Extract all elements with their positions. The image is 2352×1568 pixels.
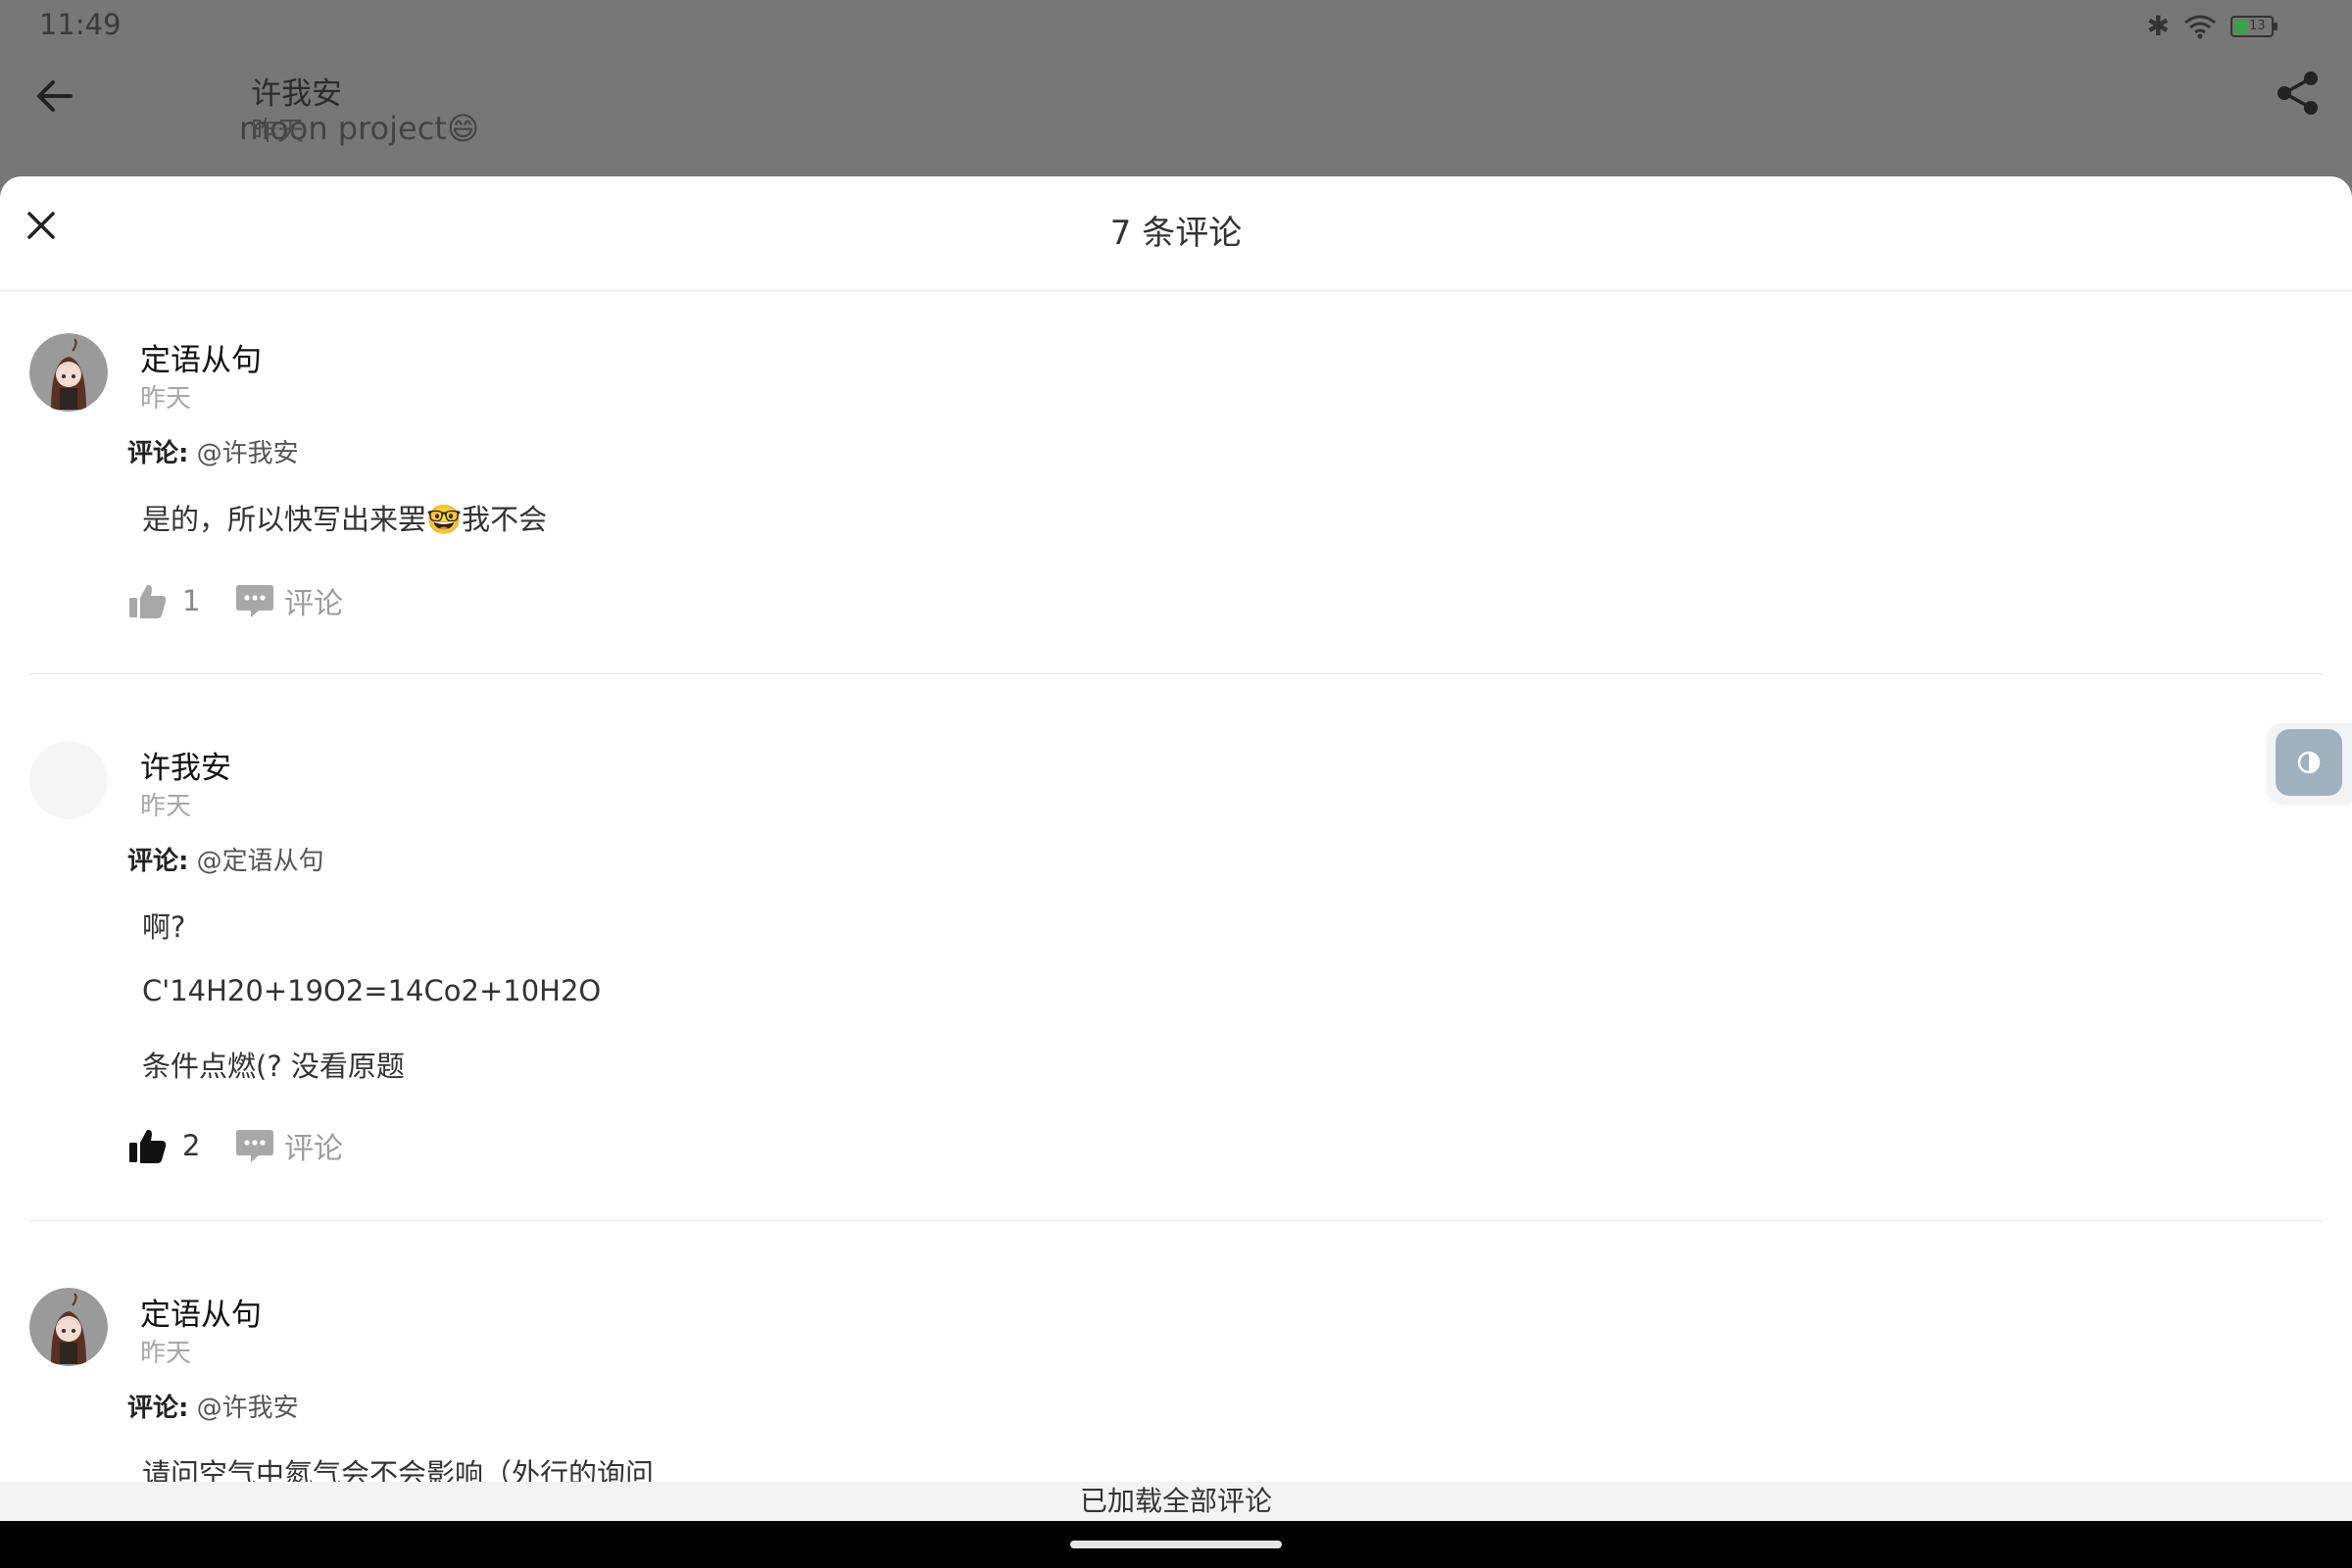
comment-author[interactable]: 许我安	[140, 743, 231, 787]
post-date: 昨天	[251, 117, 304, 147]
comments-sheet: 7 条评论 定语从句 昨天 评论: @许我安 是的，所以快写出来罢🤓我不会 1 …	[0, 176, 2352, 1521]
home-gesture-handle[interactable]	[1070, 1541, 1282, 1548]
comment-date: 昨天	[140, 792, 192, 821]
comment-item: 定语从句 昨天 评论: @许我安 请问空气中氮气会不会影响（外行的询问	[29, 1288, 2323, 1491]
navigation-bar	[0, 1521, 2352, 1568]
divider	[29, 673, 2323, 674]
reply-to-line: 评论: @定语从句	[127, 841, 324, 877]
reply-prefix: 评论:	[127, 847, 189, 876]
bluetooth-icon: ✱	[2146, 10, 2170, 42]
sheet-header: 7 条评论	[0, 176, 2352, 291]
comment-item: 定语从句 昨天 评论: @许我安 是的，所以快写出来罢🤓我不会 1 评论	[29, 333, 2323, 621]
all-loaded-footer: 已加载全部评论	[0, 1482, 2352, 1521]
status-icons: ✱ 13	[2146, 10, 2278, 42]
comment-actions: 1 评论	[127, 576, 343, 625]
theme-toggle-face	[2276, 729, 2342, 796]
comment-author[interactable]: 定语从句	[140, 1290, 262, 1334]
avatar[interactable]	[29, 1288, 108, 1366]
reply-target[interactable]: @定语从句	[197, 847, 324, 876]
divider	[29, 1220, 2323, 1221]
comment-date: 昨天	[140, 384, 192, 414]
battery-fill	[2234, 19, 2248, 33]
reply-target[interactable]: @许我安	[197, 439, 299, 468]
chat-bubble-icon[interactable]	[235, 582, 274, 619]
reply-button-label[interactable]: 评论	[284, 579, 343, 622]
reply-to-line: 评论: @许我安	[127, 1388, 299, 1424]
avatar-image	[29, 1288, 108, 1366]
comment-body: 条件点燃(? 没看原题	[142, 1050, 405, 1083]
like-count: 2	[182, 1129, 201, 1162]
reply-prefix: 评论:	[127, 1394, 189, 1423]
comment-author[interactable]: 定语从句	[140, 335, 262, 379]
thumbs-up-icon[interactable]	[127, 580, 169, 621]
comment-body: 啊?	[142, 910, 186, 944]
sheet-title: 7 条评论	[1109, 214, 1243, 253]
comment-date: 昨天	[140, 1339, 192, 1368]
reply-to-line: 评论: @许我安	[127, 433, 299, 469]
avatar[interactable]	[29, 333, 108, 412]
post-author[interactable]: 许我安	[251, 69, 342, 113]
theme-toggle-button[interactable]	[2268, 723, 2352, 802]
wifi-icon	[2184, 15, 2216, 38]
comment-actions: 2 评论	[127, 1121, 343, 1170]
chat-bubble-icon[interactable]	[235, 1127, 274, 1164]
back-arrow-icon[interactable]	[29, 71, 80, 122]
avatar-image	[29, 741, 108, 819]
reply-prefix: 评论:	[127, 439, 189, 468]
contrast-icon	[2297, 751, 2321, 774]
post-header: moon project😄 许我安 昨天	[0, 49, 2352, 176]
avatar-image	[29, 333, 108, 412]
reply-target[interactable]: @许我安	[197, 1394, 299, 1423]
thumbs-up-icon[interactable]	[127, 1125, 169, 1166]
comment-body: 是的，所以快写出来罢🤓我不会	[142, 503, 548, 536]
comment-body: C'14H20+19O2=14Co2+10H2O	[142, 974, 602, 1007]
reply-button-label[interactable]: 评论	[284, 1124, 343, 1167]
like-count: 1	[182, 584, 201, 617]
status-time: 11:49	[39, 8, 122, 41]
status-bar: 11:49 ✱ 13	[0, 0, 2352, 49]
avatar[interactable]	[29, 741, 108, 819]
battery-level: 13	[2249, 18, 2266, 33]
share-icon[interactable]	[2272, 67, 2325, 120]
comment-item: 许我安 昨天 评论: @定语从句 啊? C'14H20+19O2=14Co2+1…	[29, 741, 2323, 1166]
battery-icon: 13	[2230, 15, 2278, 37]
